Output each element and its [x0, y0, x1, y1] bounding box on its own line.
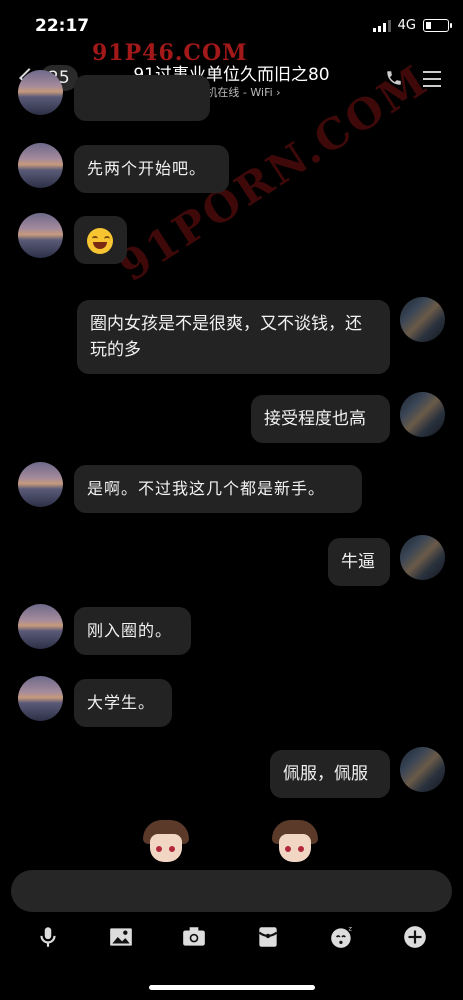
menu-icon[interactable]: [423, 71, 441, 92]
message-bubble[interactable]: 是啊。不过我这几个都是新手。: [74, 465, 362, 513]
my-avatar[interactable]: [400, 392, 445, 437]
svg-text:z: z: [349, 925, 353, 933]
signal-icon: [372, 19, 391, 32]
home-indicator[interactable]: [149, 985, 315, 990]
message-input[interactable]: [11, 870, 452, 912]
message-list: 先两个开始吧。 圈内女孩是不是很爽，又不谈钱，还玩的多 接受程度也高 是啊。不过…: [0, 70, 463, 865]
sticker-image[interactable]: [272, 820, 318, 865]
contact-avatar[interactable]: [18, 604, 63, 649]
message-bubble[interactable]: 先两个开始吧。: [74, 145, 229, 193]
contact-avatar[interactable]: [18, 70, 63, 115]
message-bubble[interactable]: 牛逼: [328, 538, 390, 586]
sticker-image[interactable]: [143, 820, 189, 865]
input-toolbar: z: [0, 920, 463, 956]
contact-avatar[interactable]: [18, 213, 63, 258]
battery-icon: [423, 19, 452, 32]
emoji-icon[interactable]: z: [329, 924, 355, 950]
message-bubble: [74, 75, 210, 121]
image-icon[interactable]: [108, 924, 134, 950]
my-avatar[interactable]: [400, 297, 445, 342]
my-avatar[interactable]: [400, 535, 445, 580]
message-bubble[interactable]: [74, 216, 127, 264]
sticker-row: [0, 820, 463, 865]
contact-avatar[interactable]: [18, 462, 63, 507]
message-bubble[interactable]: 大学生。: [74, 679, 172, 727]
message-bubble[interactable]: 刚入圈的。: [74, 607, 191, 655]
contact-avatar[interactable]: [18, 143, 63, 188]
contact-avatar[interactable]: [18, 676, 63, 721]
status-time: 22:17: [35, 16, 90, 36]
status-indicators: 4G: [372, 18, 452, 33]
network-label: 4G: [397, 18, 416, 33]
my-avatar[interactable]: [400, 747, 445, 792]
message-bubble[interactable]: 圈内女孩是不是很爽，又不谈钱，还玩的多: [77, 300, 390, 374]
camera-icon[interactable]: [181, 924, 207, 950]
microphone-icon[interactable]: [35, 924, 61, 950]
plus-icon[interactable]: [402, 924, 428, 950]
message-bubble[interactable]: 佩服，佩服: [270, 750, 390, 798]
phone-icon[interactable]: [385, 69, 403, 87]
status-bar: 22:17 4G: [0, 0, 463, 50]
red-packet-icon[interactable]: [255, 924, 281, 950]
message-bubble[interactable]: 接受程度也高: [251, 395, 390, 443]
laughing-tears-emoji-icon: [87, 228, 113, 254]
